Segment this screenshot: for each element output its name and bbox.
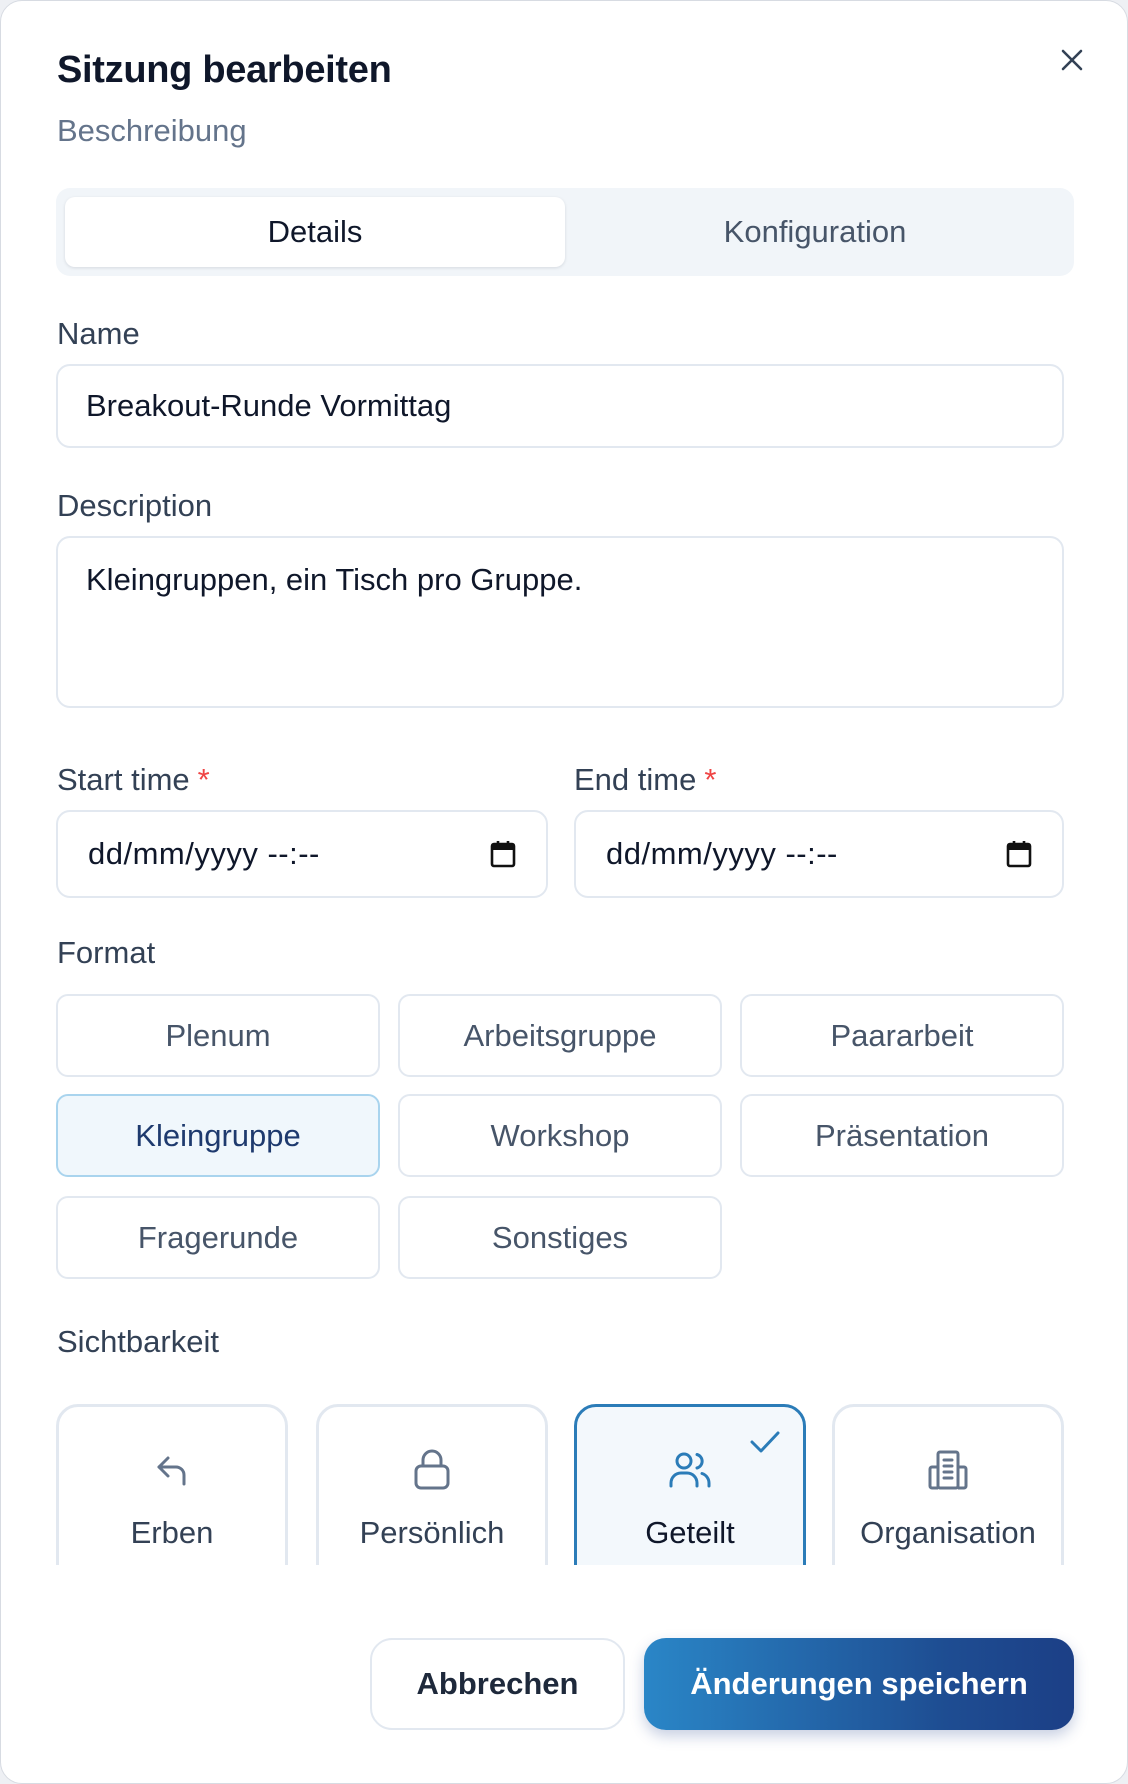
- tab-details[interactable]: Details: [65, 197, 565, 267]
- visibility-option-persoenlich[interactable]: Persönlich: [316, 1404, 548, 1565]
- description-textarea-value: Kleingruppen, ein Tisch pro Gruppe.: [86, 562, 583, 597]
- end-time-label: End time *: [574, 762, 716, 798]
- end-time-label-text: End time: [574, 762, 697, 797]
- visibility-option-geteilt[interactable]: Geteilt: [574, 1404, 806, 1565]
- close-icon: [1061, 49, 1083, 71]
- reply-arrow-icon: [157, 1456, 186, 1486]
- end-time-input[interactable]: dd/mm/yyyy --:--: [574, 810, 1064, 898]
- visibility-option-label: Geteilt: [645, 1515, 735, 1550]
- format-option-arbeitsgruppe[interactable]: Arbeitsgruppe: [398, 994, 722, 1077]
- close-button[interactable]: [1053, 41, 1091, 79]
- end-time-value: dd/mm/yyyy --:--: [606, 836, 838, 871]
- visibility-option-label: Erben: [130, 1515, 214, 1550]
- name-input-value: Breakout-Runde Vormittag: [86, 388, 452, 423]
- required-marker: *: [704, 762, 717, 797]
- name-label: Name: [57, 316, 140, 351]
- format-option-sonstiges[interactable]: Sonstiges: [398, 1196, 722, 1279]
- format-option-workshop[interactable]: Workshop: [398, 1094, 722, 1177]
- calendar-icon[interactable]: [1006, 840, 1032, 868]
- cancel-button[interactable]: Abbrechen: [370, 1638, 625, 1730]
- format-option-paararbeit[interactable]: Paararbeit: [740, 994, 1064, 1077]
- required-marker: *: [197, 762, 210, 797]
- name-input[interactable]: Breakout-Runde Vormittag: [56, 364, 1064, 448]
- dialog-subtitle: Beschreibung: [57, 113, 247, 148]
- tab-konfiguration[interactable]: Konfiguration: [565, 197, 1065, 267]
- save-changes-button[interactable]: Änderungen speichern: [644, 1638, 1074, 1730]
- start-time-value: dd/mm/yyyy --:--: [88, 836, 320, 871]
- start-time-label-text: Start time: [57, 762, 190, 797]
- visibility-option-label: Organisation: [860, 1515, 1036, 1550]
- visibility-option-erben[interactable]: Erben: [56, 1404, 288, 1565]
- building-icon: [928, 1450, 968, 1490]
- format-option-kleingruppe[interactable]: Kleingruppe: [56, 1094, 380, 1177]
- format-label: Format: [57, 935, 156, 970]
- users-icon: [669, 1452, 711, 1488]
- edit-session-dialog: Sitzung bearbeiten Beschreibung Details …: [0, 0, 1128, 1784]
- format-option-praesentation[interactable]: Präsentation: [740, 1094, 1064, 1177]
- start-time-label: Start time *: [57, 762, 210, 798]
- visibility-label: Sichtbarkeit: [57, 1324, 219, 1359]
- visibility-option-label: Persönlich: [359, 1515, 505, 1550]
- format-option-fragerunde[interactable]: Fragerunde: [56, 1196, 380, 1279]
- checkmark-icon: [750, 1431, 780, 1453]
- visibility-option-organisation[interactable]: Organisation: [832, 1404, 1064, 1565]
- format-option-plenum[interactable]: Plenum: [56, 994, 380, 1077]
- tab-bar: Details Konfiguration: [56, 188, 1074, 276]
- description-textarea[interactable]: Kleingruppen, ein Tisch pro Gruppe.: [56, 536, 1064, 708]
- description-label: Description: [57, 488, 213, 523]
- lock-icon: [414, 1449, 450, 1490]
- dialog-title: Sitzung bearbeiten: [57, 49, 392, 91]
- start-time-input[interactable]: dd/mm/yyyy --:--: [56, 810, 548, 898]
- visibility-options: Erben Persönlich Geteilt Organisation: [56, 1401, 1066, 1565]
- calendar-icon[interactable]: [490, 840, 516, 868]
